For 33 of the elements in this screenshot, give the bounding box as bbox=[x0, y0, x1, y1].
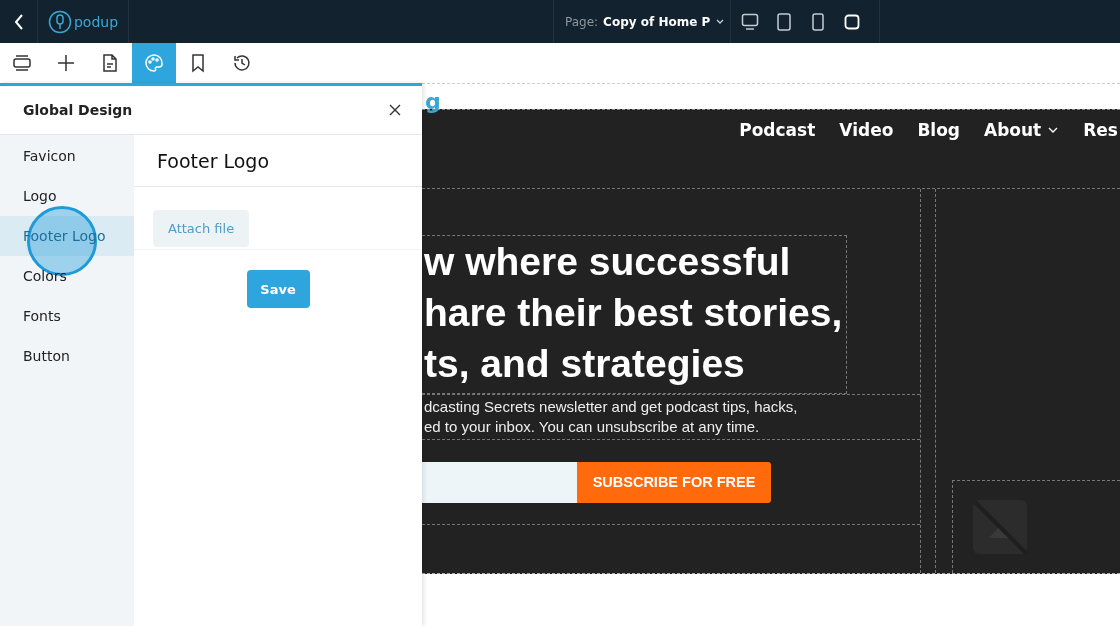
nav-link[interactable]: Blog bbox=[917, 114, 960, 146]
nav-link[interactable]: Video bbox=[839, 114, 894, 146]
hero-heading: hare their best stories, bbox=[424, 290, 843, 336]
image-placeholder-icon bbox=[971, 498, 1029, 556]
add-icon bbox=[56, 53, 76, 73]
nav-link[interactable]: About bbox=[984, 114, 1060, 146]
panel-title: Global Design bbox=[23, 102, 133, 118]
layers-icon bbox=[12, 53, 32, 73]
email-field[interactable] bbox=[422, 461, 577, 503]
caret-icon bbox=[1047, 126, 1060, 134]
logo: podup bbox=[38, 0, 129, 43]
nav-link[interactable]: Res bbox=[1083, 114, 1118, 146]
nav-link[interactable]: Podcast bbox=[739, 114, 816, 146]
sidebar-item[interactable]: Colors bbox=[0, 256, 134, 296]
palette-tab[interactable] bbox=[132, 43, 176, 83]
sidebar-item[interactable]: Fonts bbox=[0, 296, 134, 336]
sidebar-item[interactable]: Favicon bbox=[0, 136, 134, 176]
history-icon bbox=[232, 53, 252, 73]
palette-icon bbox=[144, 53, 164, 73]
page-selector[interactable]: Page: Copy of Home P bbox=[553, 0, 731, 43]
hero-text: dcasting Secrets newsletter and get podcast tips, hacks, bbox=[423, 397, 798, 417]
sidebar-item[interactable]: Button bbox=[0, 336, 134, 376]
back-icon bbox=[12, 12, 25, 31]
caret-icon bbox=[715, 17, 726, 26]
hero-heading: w where successful bbox=[424, 239, 791, 285]
section-title: Footer Logo bbox=[157, 149, 270, 172]
hero-heading: ts, and strategies bbox=[424, 341, 745, 387]
hero-text: ed to your inbox. You can unsubscribe at any time. bbox=[423, 417, 760, 437]
microphone-icon bbox=[47, 9, 72, 34]
logo-fragment: g bbox=[425, 91, 441, 113]
close-icon[interactable] bbox=[388, 103, 402, 117]
sidebar-item[interactable]: Logo bbox=[0, 176, 134, 216]
page-icon bbox=[100, 53, 120, 73]
